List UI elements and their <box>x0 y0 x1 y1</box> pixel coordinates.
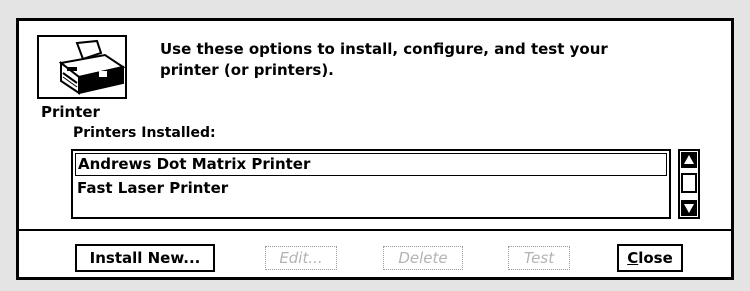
arrow-down-icon[interactable] <box>681 200 697 216</box>
instructions-text: Use these options to install, configure,… <box>160 39 720 81</box>
install-new-button[interactable]: Install New... <box>75 244 215 272</box>
printer-icon-label: Printer <box>41 103 100 121</box>
list-item[interactable]: Fast Laser Printer <box>75 178 667 201</box>
test-button[interactable]: Test <box>508 246 570 270</box>
instructions-line-2: printer (or printers). <box>160 61 334 79</box>
printer-name: Fast Laser Printer <box>77 179 229 197</box>
delete-button[interactable]: Delete <box>383 246 463 270</box>
printers-installed-label: Printers Installed: <box>73 125 216 141</box>
printer-name: Andrews Dot Matrix Printer <box>78 155 311 173</box>
instructions-line-1: Use these options to install, configure,… <box>160 40 608 58</box>
list-item[interactable]: Andrews Dot Matrix Printer <box>75 153 667 176</box>
arrow-up-icon[interactable] <box>681 152 697 168</box>
list-scrollbar[interactable] <box>678 149 700 219</box>
printer-icon <box>37 35 127 99</box>
divider <box>19 229 731 231</box>
printers-listbox[interactable]: Andrews Dot Matrix Printer Fast Laser Pr… <box>71 149 671 219</box>
scroll-thumb[interactable] <box>681 173 697 193</box>
printer-dialog: Printer Use these options to install, co… <box>16 18 734 280</box>
close-mnemonic: C <box>627 249 639 267</box>
edit-button[interactable]: Edit... <box>265 246 337 270</box>
close-label-rest: lose <box>638 249 673 267</box>
close-button[interactable]: Close <box>617 244 683 272</box>
